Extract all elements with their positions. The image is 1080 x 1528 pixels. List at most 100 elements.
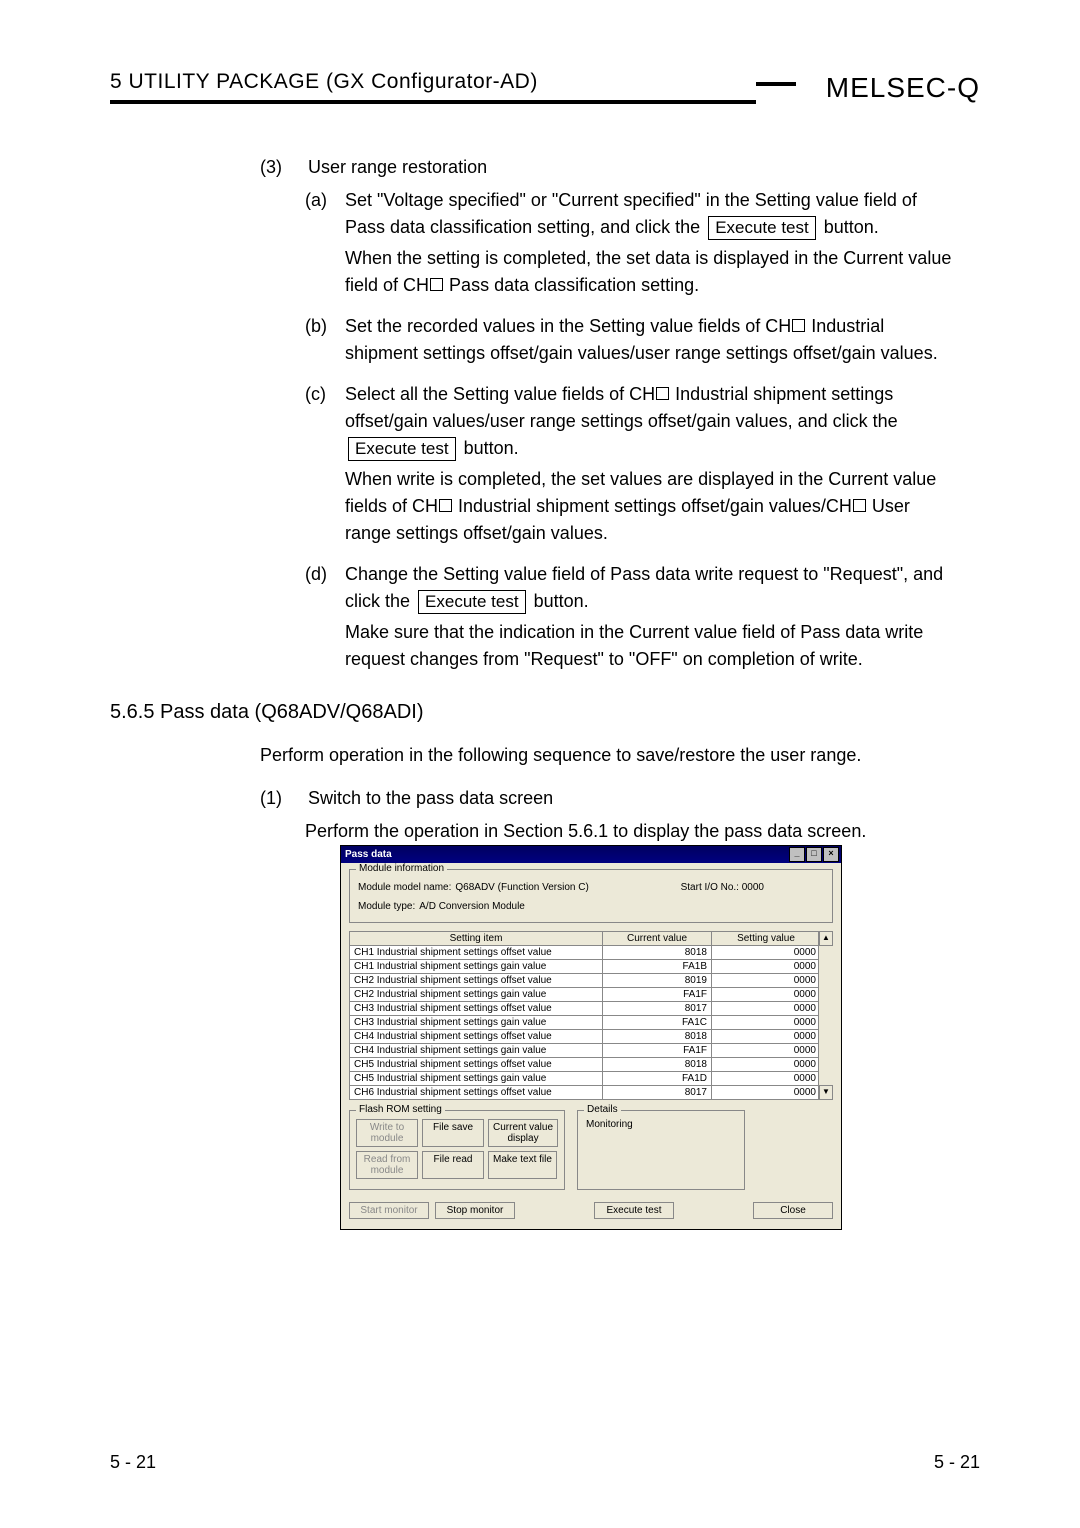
cell-setting-value[interactable]: 0000 (712, 1058, 833, 1072)
item-a-line1b: Pass data classification setting, and cl… (345, 217, 705, 237)
scroll-up-button[interactable]: ▲ (819, 931, 833, 946)
th-setting-item: Setting item (350, 932, 603, 946)
stop-monitor-button[interactable]: Stop monitor (435, 1202, 515, 1219)
item-c-line1c: button. (459, 438, 519, 458)
file-save-button[interactable]: File save (422, 1119, 484, 1147)
cell-setting-value[interactable]: 0000 (712, 1044, 833, 1058)
module-model-name-value: Q68ADV (Function Version C) (455, 882, 588, 893)
maximize-button[interactable]: □ (806, 847, 822, 862)
close-button[interactable]: × (823, 847, 839, 862)
cell-setting-value[interactable]: 0000 (712, 1030, 833, 1044)
minimize-button[interactable]: _ (789, 847, 805, 862)
item-b-line1a-a: Set the recorded values in the Setting v… (345, 316, 791, 336)
module-type-label: Module type: (358, 901, 415, 912)
item-c-line1a-a: Select all the Setting value fields of C… (345, 384, 655, 404)
cell-setting-value[interactable]: 0000 (712, 960, 833, 974)
cell-setting-item: CH1 Industrial shipment settings offset … (350, 946, 603, 960)
cell-setting-value[interactable]: 0000 (712, 1016, 833, 1030)
cell-current-value: FA1C (603, 1016, 712, 1030)
table-row[interactable]: CH6 Industrial shipment settings offset … (350, 1086, 833, 1100)
cell-setting-value[interactable]: 0000 (712, 974, 833, 988)
sec565-1-body: Perform the operation in Section 5.6.1 t… (305, 818, 980, 845)
table-row[interactable]: CH3 Industrial shipment settings gain va… (350, 1016, 833, 1030)
cell-setting-value[interactable]: 0000 (712, 1002, 833, 1016)
cell-setting-value[interactable]: 0000 (712, 946, 833, 960)
item-d-line1b-b: button. (529, 591, 589, 611)
cell-setting-item: CH3 Industrial shipment settings offset … (350, 1002, 603, 1016)
page-number-left: 5 - 21 (110, 1452, 156, 1473)
start-io-value: 0000 (742, 882, 764, 893)
cell-current-value: 8018 (603, 946, 712, 960)
table-row[interactable]: CH4 Industrial shipment settings offset … (350, 1030, 833, 1044)
item-d-line1a: Change the Setting value field of Pass d… (345, 564, 943, 584)
cell-setting-value[interactable]: 0000 (712, 988, 833, 1002)
current-value-display-button[interactable]: Current value display (488, 1119, 558, 1147)
item-c-line1a-b: Industrial shipment settings (670, 384, 893, 404)
channel-placeholder-icon (430, 278, 443, 291)
cell-setting-item: CH2 Industrial shipment settings offset … (350, 974, 603, 988)
th-setting-value: Setting value (712, 932, 833, 946)
brand-text: MELSEC-Q (826, 72, 980, 103)
table-row[interactable]: CH1 Industrial shipment settings offset … (350, 946, 833, 960)
cell-current-value: 8017 (603, 1002, 712, 1016)
module-information-title: Module information (356, 863, 447, 874)
item-a-label: (a) (305, 187, 331, 299)
table-row[interactable]: CH4 Industrial shipment settings gain va… (350, 1044, 833, 1058)
cell-setting-value[interactable]: 0000 (712, 1086, 833, 1100)
cell-setting-item: CH5 Industrial shipment settings gain va… (350, 1072, 603, 1086)
sec565-1-title: Switch to the pass data screen (308, 785, 553, 812)
module-information-group: Module information Module model name: Q6… (349, 869, 833, 923)
item-c-line2b-a: fields of CH (345, 496, 438, 516)
cell-current-value: 8018 (603, 1030, 712, 1044)
execute-test-button[interactable]: Execute test (418, 590, 526, 614)
table-row[interactable]: CH5 Industrial shipment settings offset … (350, 1058, 833, 1072)
details-status: Monitoring (586, 1119, 736, 1130)
section-565-intro: Perform operation in the following seque… (260, 742, 940, 769)
close-dialog-button[interactable]: Close (753, 1202, 833, 1219)
cell-current-value: 8018 (603, 1058, 712, 1072)
cell-setting-item: CH4 Industrial shipment settings offset … (350, 1030, 603, 1044)
item-d-label: (d) (305, 561, 331, 673)
execute-test-button[interactable]: Execute test (594, 1202, 674, 1219)
start-monitor-button[interactable]: Start monitor (349, 1202, 429, 1219)
module-type-value: A/D Conversion Module (419, 901, 525, 912)
cell-setting-item: CH5 Industrial shipment settings offset … (350, 1058, 603, 1072)
channel-placeholder-icon (853, 499, 866, 512)
cell-current-value: FA1D (603, 1072, 712, 1086)
item-a-line2b-a: field of CH (345, 275, 429, 295)
item-c-line2b-c: User (867, 496, 910, 516)
item-a-line2b-b: Pass data classification setting. (444, 275, 699, 295)
table-row[interactable]: CH2 Industrial shipment settings gain va… (350, 988, 833, 1002)
cell-current-value: 8019 (603, 974, 712, 988)
cell-setting-value[interactable]: 0000 (712, 1072, 833, 1086)
table-row[interactable]: CH2 Industrial shipment settings offset … (350, 974, 833, 988)
channel-placeholder-icon (656, 387, 669, 400)
write-to-module-button[interactable]: Write to module (356, 1119, 418, 1147)
dialog-title: Pass data (345, 849, 392, 860)
item-b-label: (b) (305, 313, 331, 367)
settings-table: Setting item Current value Setting value… (349, 931, 833, 1100)
table-row[interactable]: CH1 Industrial shipment settings gain va… (350, 960, 833, 974)
section-565-heading: 5.6.5 Pass data (Q68ADV/Q68ADI) (110, 701, 980, 724)
make-text-file-button[interactable]: Make text file (488, 1151, 557, 1179)
item-c-line2b-b: Industrial shipment settings offset/gain… (453, 496, 852, 516)
file-read-button[interactable]: File read (422, 1151, 484, 1179)
table-row[interactable]: CH5 Industrial shipment settings gain va… (350, 1072, 833, 1086)
execute-test-button[interactable]: Execute test (348, 437, 456, 461)
sec3-number: (3) (260, 154, 290, 181)
cell-setting-item: CH6 Industrial shipment settings offset … (350, 1086, 603, 1100)
th-current-value: Current value (603, 932, 712, 946)
brand-mark: MELSEC-Q (756, 72, 980, 104)
chapter-title: 5 UTILITY PACKAGE (GX Configurator-AD) (110, 70, 538, 93)
read-from-module-button[interactable]: Read from module (356, 1151, 418, 1179)
table-row[interactable]: CH3 Industrial shipment settings offset … (350, 1002, 833, 1016)
execute-test-button[interactable]: Execute test (708, 216, 816, 240)
cell-current-value: FA1F (603, 988, 712, 1002)
flash-rom-title: Flash ROM setting (356, 1104, 445, 1115)
item-d-line2b: request changes from "Request" to "OFF" … (345, 649, 863, 669)
cell-setting-item: CH3 Industrial shipment settings gain va… (350, 1016, 603, 1030)
item-a-line2a: When the setting is completed, the set d… (345, 248, 951, 268)
item-c-line2c: range settings offset/gain values. (345, 523, 608, 543)
scroll-down-button[interactable]: ▼ (819, 1085, 833, 1100)
table-scrollbar[interactable]: ▲ ▼ (818, 931, 833, 1100)
